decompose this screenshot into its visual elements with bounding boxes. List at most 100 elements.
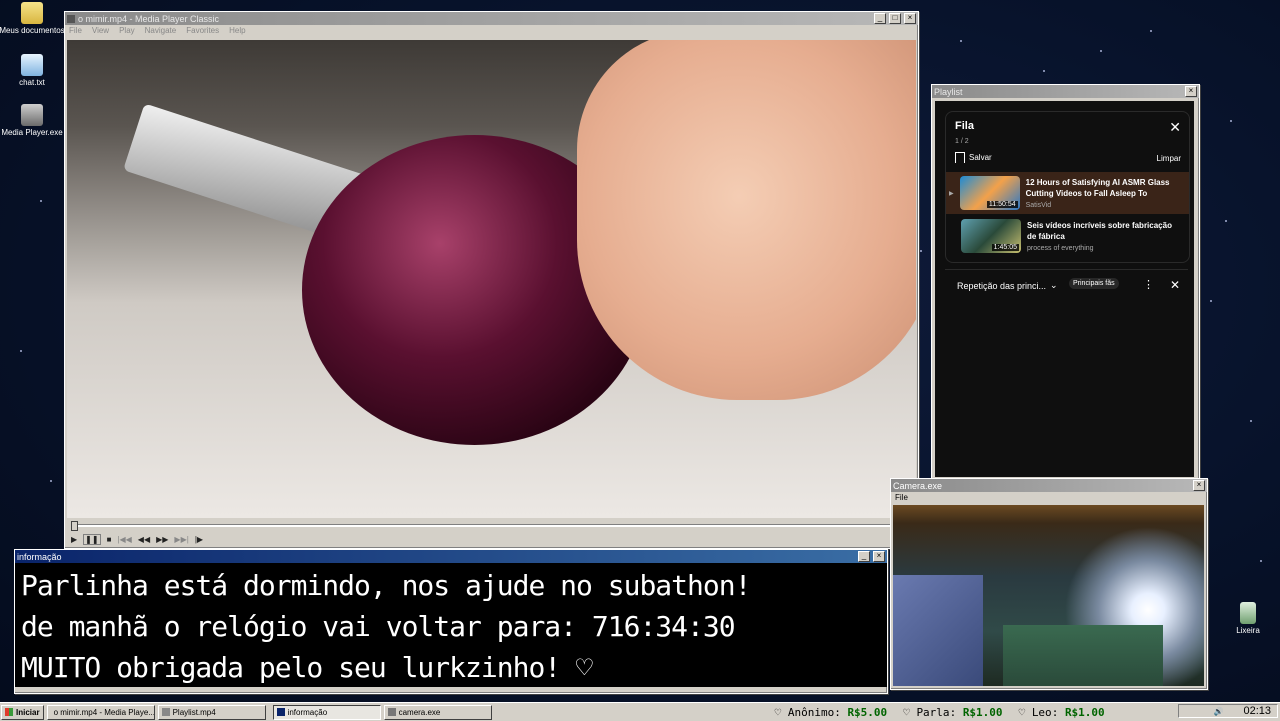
close-icon[interactable]: ✕: [1169, 119, 1181, 136]
desktop-icon-label: Lixeira: [1236, 626, 1260, 635]
clear-button[interactable]: Limpar: [1157, 154, 1181, 163]
taskbar-button-info[interactable]: informação: [272, 704, 381, 720]
rewind-icon[interactable]: ◀◀: [138, 535, 150, 544]
window-title: o mimir.mp4 - Media Player Classic: [78, 13, 220, 24]
save-button[interactable]: Salvar: [955, 152, 992, 163]
info-icon: [276, 708, 285, 716]
media-player-titlebar[interactable]: o mimir.mp4 - Media Player Classic _ □ ×: [65, 12, 918, 25]
desktop-icon-label: Meus documentos: [0, 26, 65, 35]
seek-bar[interactable]: [67, 520, 916, 531]
forward-icon[interactable]: ▶▶: [156, 535, 168, 544]
prev-icon[interactable]: |◀◀: [117, 535, 131, 544]
menu-favorites[interactable]: Favorites: [186, 26, 219, 36]
taskbar-button-media-player[interactable]: o mimir.mp4 - Media Playe...: [46, 704, 155, 720]
camera-menu-bar: File: [891, 492, 1207, 504]
desk: [1003, 625, 1163, 686]
playlist-icon: [161, 708, 170, 716]
camera-icon: [387, 708, 396, 716]
info-line-3: MUITO obrigada pelo seu lurkzinho! ♡: [21, 651, 593, 684]
taskbar-button-camera[interactable]: camera.exe: [383, 704, 492, 720]
tray-icon[interactable]: 🔊: [1214, 707, 1224, 716]
menu-view[interactable]: View: [92, 26, 109, 36]
duration-badge: 11:50:54: [986, 201, 1018, 208]
camera-feed: [893, 505, 1204, 686]
info-line-1: Parlinha está dormindo, nos ajude no sub…: [21, 569, 751, 602]
more-icon[interactable]: ⋮: [1143, 278, 1154, 291]
clock: 02:13: [1243, 705, 1271, 717]
menu-file[interactable]: File: [69, 26, 82, 36]
taskbar-button-label: o mimir.mp4 - Media Playe...: [53, 707, 155, 717]
stop-icon[interactable]: ■: [107, 535, 112, 544]
donor-name: Anônimo: [787, 705, 835, 719]
notepad-icon: [21, 54, 43, 76]
video-frame[interactable]: [67, 40, 916, 518]
close-icon[interactable]: ✕: [1170, 278, 1180, 292]
camera-window[interactable]: Camera.exe × File: [890, 478, 1208, 690]
media-player-icon: [21, 104, 43, 126]
chat-mode-label: Repetição das princi...: [957, 280, 1047, 291]
donor-name: Leo: [1031, 705, 1052, 719]
minimize-button[interactable]: _: [858, 551, 870, 562]
desktop-icon-label: chat.txt: [19, 78, 45, 87]
windows-logo-icon: [5, 708, 13, 716]
donation-entry: ♡ Parla: R$1.00: [903, 705, 1003, 719]
window-title: Camera.exe: [893, 480, 943, 491]
menu-bar: File View Play Navigate Favorites Help: [65, 25, 918, 37]
frame-step-icon[interactable]: |▶: [195, 535, 203, 544]
chevron-down-icon: ⌄: [1050, 280, 1058, 290]
thumbnail: 1:45:05: [961, 219, 1021, 253]
list-item[interactable]: 1:45:05 Seis vídeos incríveis sobre fabr…: [946, 215, 1189, 257]
close-button[interactable]: ×: [904, 13, 916, 24]
close-button[interactable]: ×: [1185, 86, 1197, 97]
taskbar-button-label: camera.exe: [398, 707, 441, 717]
media-player-window[interactable]: o mimir.mp4 - Media Player Classic _ □ ×…: [64, 11, 919, 549]
playlist-titlebar[interactable]: Playlist ×: [932, 85, 1199, 98]
duration-badge: 1:45:05: [991, 244, 1019, 251]
bookmark-icon: [955, 152, 965, 163]
seek-handle[interactable]: [71, 521, 78, 531]
window-title: informação: [17, 551, 62, 562]
info-window[interactable]: informação _ × Parlinha está dormindo, n…: [14, 549, 888, 694]
chat-mode-dropdown[interactable]: Repetição das princi... ⌄: [957, 280, 1058, 291]
chat-card: Repetição das princi... ⌄ Principais fãs…: [945, 269, 1188, 475]
top-fans-badge[interactable]: Principais fãs: [1069, 278, 1119, 289]
list-item[interactable]: ▶ 11:50:54 12 Hours of Satisfying AI ASM…: [946, 172, 1189, 214]
play-icon[interactable]: ▶: [71, 535, 77, 544]
close-button[interactable]: ×: [1193, 480, 1205, 491]
hand: [577, 40, 916, 400]
desktop-icon-documents[interactable]: Meus documentos: [0, 2, 67, 35]
channel-name: SatisVid: [1025, 202, 1052, 209]
info-titlebar[interactable]: informação _ ×: [15, 550, 887, 563]
queue-card: Fila ✕ 1 / 2 Salvar Limpar ▶ 11:50:54 12…: [945, 111, 1190, 263]
desktop-icon-media-player[interactable]: Media Player.exe: [0, 104, 67, 137]
pause-icon[interactable]: ❚❚: [83, 533, 101, 545]
maximize-button[interactable]: □: [889, 13, 901, 24]
badge-label: Principais fãs: [1073, 280, 1115, 287]
minimize-button[interactable]: _: [874, 13, 886, 24]
start-button[interactable]: Iniciar: [1, 704, 44, 720]
queue-count: 1 / 2: [955, 138, 969, 145]
menu-help[interactable]: Help: [229, 26, 245, 36]
window-title: Playlist: [934, 86, 963, 97]
taskbar-button-label: Playlist.mp4: [172, 707, 216, 717]
camera-titlebar[interactable]: Camera.exe ×: [891, 479, 1207, 492]
desktop-icon-recycle-bin[interactable]: Lixeira: [1213, 602, 1280, 635]
taskbar: Iniciar o mimir.mp4 - Media Playe... Pla…: [0, 702, 1280, 721]
desktop-icon-chat[interactable]: chat.txt: [0, 54, 67, 87]
taskbar-button-playlist[interactable]: Playlist.mp4: [157, 704, 266, 720]
video-title: 12 Hours of Satisfying AI ASMR Glass Cut…: [1025, 178, 1170, 198]
menu-navigate[interactable]: Navigate: [145, 26, 177, 36]
donation-entry: ♡ Anônimo: R$5.00: [774, 705, 888, 719]
close-button[interactable]: ×: [873, 551, 885, 562]
info-line-2: de manhã o relógio vai voltar para: 716:…: [21, 610, 736, 643]
donation-entry: ♡ Leo: R$1.00: [1018, 705, 1105, 719]
video-title: Seis vídeos incríveis sobre fabricação d…: [1027, 221, 1172, 241]
playback-controls: ▶ ❚❚ ■ |◀◀ ◀◀ ▶▶ ▶▶| |▶ 🔈: [67, 532, 920, 546]
app-icon: [67, 14, 75, 23]
menu-file[interactable]: File: [895, 493, 908, 503]
menu-play[interactable]: Play: [119, 26, 135, 36]
recycle-bin-icon: [1240, 602, 1256, 624]
next-icon[interactable]: ▶▶|: [174, 535, 188, 544]
playlist-window[interactable]: Playlist × Fila ✕ 1 / 2 Salvar Limpar ▶ …: [931, 84, 1200, 481]
save-label: Salvar: [969, 153, 992, 162]
